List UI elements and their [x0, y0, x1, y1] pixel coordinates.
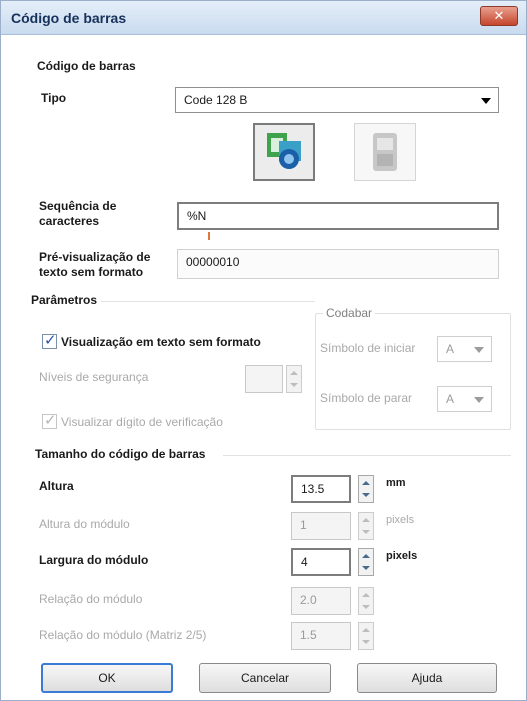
parameters-group-title: Parâmetros: [31, 293, 98, 307]
module-ratio-input[interactable]: 2.0: [291, 587, 351, 615]
preview-label-line-2: texto sem formato: [39, 265, 144, 279]
codabar-group: [315, 313, 511, 430]
module-ratio-value: 2.0: [300, 593, 317, 607]
parameters-separator: [101, 301, 315, 302]
spin-up-icon: [362, 554, 370, 558]
size-separator: [223, 455, 511, 456]
security-level-input[interactable]: [245, 365, 283, 393]
type-label: Tipo: [41, 91, 67, 105]
spin-down-icon: [290, 383, 298, 387]
barcode-group-title: Código de barras: [37, 59, 136, 73]
check-digit-label: Visualizar dígito de verificação: [61, 415, 223, 429]
chevron-down-icon: [474, 347, 484, 353]
preview-label-line-1: Pré-visualização de: [39, 250, 151, 264]
barcode-1d-icon: [267, 133, 301, 169]
sequence-input-value: %N: [187, 209, 207, 223]
sequence-input[interactable]: %N: [177, 202, 499, 230]
help-button[interactable]: Ajuda: [357, 663, 497, 693]
height-input[interactable]: 13.5: [291, 475, 351, 503]
stop-symbol-label: Símbolo de parar: [320, 391, 413, 405]
module-ratio-matrix-spinner[interactable]: [358, 622, 374, 650]
window-title: Código de barras: [11, 10, 127, 26]
cursor-marker: [208, 232, 210, 240]
spin-down-icon: [362, 640, 370, 644]
module-ratio-label: Relação do módulo: [39, 592, 143, 606]
preview-field: 00000010: [177, 249, 499, 279]
security-level-label: Níveis de segurança: [39, 370, 149, 384]
height-spinner[interactable]: [358, 475, 374, 503]
checkmark-icon: ✓: [44, 412, 57, 429]
module-height-input[interactable]: 1: [291, 512, 351, 540]
height-label: Altura: [39, 479, 74, 493]
barcode-2d-icon: [373, 133, 397, 171]
chevron-down-icon: [474, 397, 484, 403]
show-text-checkbox[interactable]: ✓: [42, 332, 57, 349]
module-height-label: Altura do módulo: [39, 517, 130, 531]
preview-label: Pré-visualização de texto sem formato: [39, 250, 150, 280]
module-ratio-matrix-value: 1.5: [300, 628, 317, 642]
close-button[interactable]: ✕: [480, 6, 518, 26]
sequence-label-line-1: Sequência de: [39, 199, 117, 213]
size-group-title: Tamanho do código de barras: [35, 447, 206, 461]
height-value: 13.5: [301, 482, 325, 496]
module-ratio-matrix-label: Relação do módulo (Matriz 2/5): [39, 628, 207, 642]
security-level-spinner[interactable]: [286, 365, 302, 393]
preview-value: 00000010: [186, 255, 240, 269]
module-width-label: Largura do módulo: [39, 553, 149, 567]
type-select[interactable]: Code 128 B: [175, 87, 499, 113]
spin-down-icon: [362, 605, 370, 609]
sequence-label-line-2: caracteres: [39, 214, 100, 228]
ok-button[interactable]: OK: [41, 663, 173, 693]
stop-symbol-value: A: [446, 392, 455, 406]
spin-up-icon: [362, 628, 370, 632]
type-select-value: Code 128 B: [184, 93, 248, 107]
title-bar: Código de barras ✕: [1, 1, 526, 35]
checkmark-icon: ✓: [44, 332, 57, 349]
spin-up-icon: [290, 371, 298, 375]
spin-up-icon: [362, 593, 370, 597]
spin-down-icon: [362, 493, 370, 497]
cancel-button[interactable]: Cancelar: [199, 663, 331, 693]
show-text-label: Visualização em texto sem formato: [61, 335, 261, 349]
spin-up-icon: [362, 481, 370, 485]
module-height-value: 1: [300, 518, 307, 532]
sequence-label: Sequência de caracteres: [39, 199, 116, 229]
module-width-unit: pixels: [386, 550, 418, 562]
codabar-group-title: Codabar: [323, 306, 376, 320]
module-width-spinner[interactable]: [358, 548, 374, 576]
barcode-dialog: Código de barras ✕ Código de barras Tipo…: [0, 0, 527, 701]
module-height-spinner[interactable]: [358, 512, 374, 540]
barcode-1d-button[interactable]: [253, 123, 315, 181]
module-width-input[interactable]: 4: [291, 548, 351, 576]
module-ratio-spinner[interactable]: [358, 587, 374, 615]
module-height-unit: pixels: [386, 514, 415, 526]
spin-down-icon: [362, 566, 370, 570]
module-ratio-matrix-input[interactable]: 1.5: [291, 622, 351, 650]
height-unit: mm: [386, 477, 406, 489]
stop-symbol-select[interactable]: A: [437, 386, 492, 412]
start-symbol-label: Símbolo de iniciar: [320, 341, 416, 355]
spin-down-icon: [362, 530, 370, 534]
start-symbol-value: A: [446, 342, 455, 356]
start-symbol-select[interactable]: A: [437, 336, 492, 362]
check-digit-checkbox[interactable]: ✓: [42, 412, 57, 429]
chevron-down-icon: [481, 98, 491, 104]
spin-up-icon: [362, 518, 370, 522]
barcode-2d-button[interactable]: [354, 123, 416, 181]
module-width-value: 4: [301, 555, 308, 569]
